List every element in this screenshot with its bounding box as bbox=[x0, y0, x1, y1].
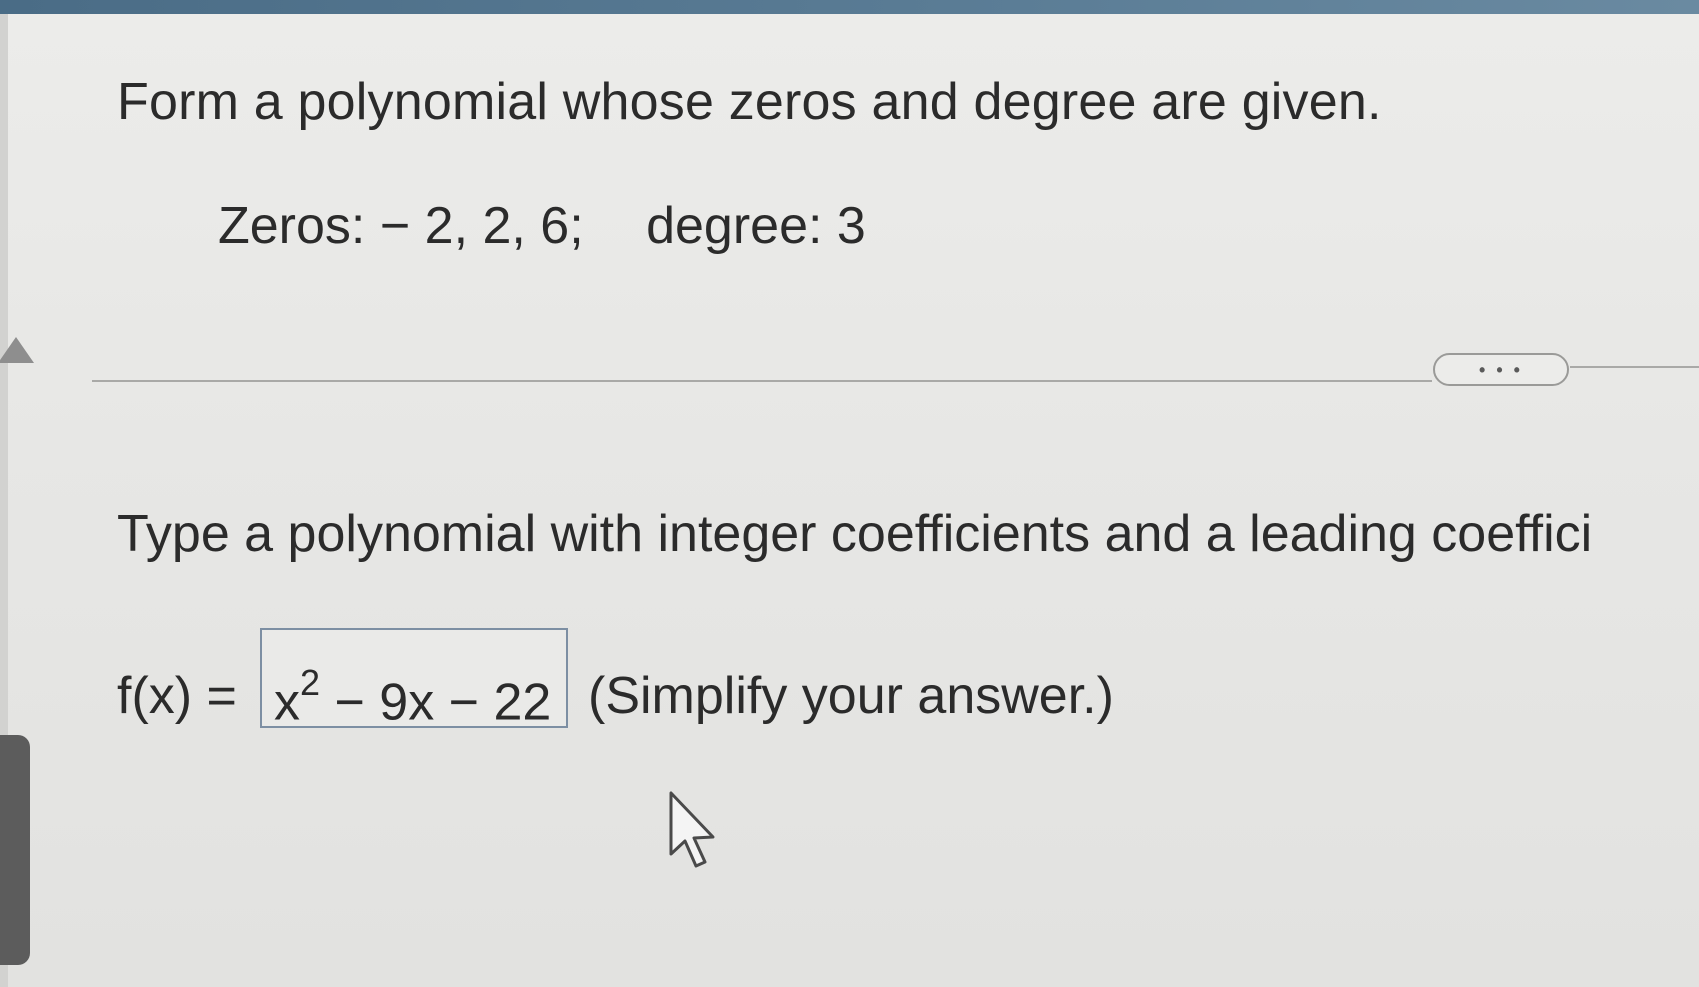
answer-base: x bbox=[274, 673, 300, 732]
zeros-value: − 2, 2, 6; bbox=[379, 197, 584, 255]
degree-label: degree: bbox=[646, 197, 823, 255]
top-bar bbox=[0, 0, 1699, 14]
answer-rest: − 9x − 22 bbox=[320, 673, 552, 732]
answer-instruction: Type a polynomial with integer coefficie… bbox=[117, 505, 1593, 563]
more-options-button[interactable]: • • • bbox=[1433, 353, 1569, 386]
section-divider-right bbox=[1570, 366, 1699, 368]
screen: Form a polynomial whose zeros and degree… bbox=[0, 0, 1699, 987]
function-label: f(x) = bbox=[117, 667, 237, 725]
section-divider bbox=[92, 380, 1432, 382]
simplify-hint: (Simplify your answer.) bbox=[588, 667, 1114, 725]
collapse-triangle-icon[interactable] bbox=[0, 337, 34, 363]
question-title: Form a polynomial whose zeros and degree… bbox=[117, 73, 1382, 131]
zeros-label: Zeros: bbox=[218, 197, 366, 255]
answer-expression: x2 − 9x − 22 bbox=[274, 662, 552, 732]
given-zeros-degree: Zeros: − 2, 2, 6; degree: 3 bbox=[218, 196, 866, 256]
answer-exponent: 2 bbox=[300, 662, 321, 703]
degree-value: 3 bbox=[836, 197, 866, 255]
scrollbar-thumb[interactable] bbox=[0, 735, 30, 965]
answer-input-box[interactable]: x2 − 9x − 22 bbox=[260, 628, 568, 731]
arrow-cursor-icon bbox=[669, 791, 715, 868]
